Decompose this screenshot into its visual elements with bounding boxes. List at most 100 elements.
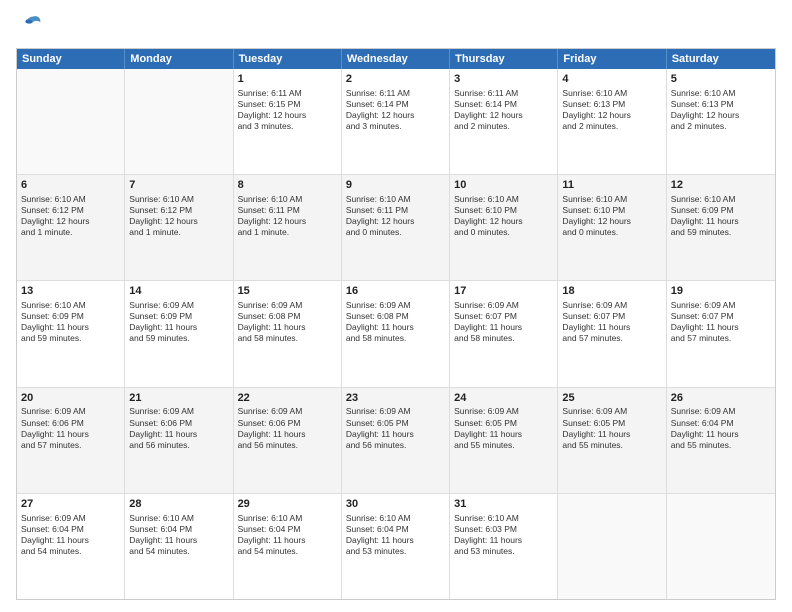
cell-content: Sunrise: 6:10 AM Sunset: 6:13 PM Dayligh… xyxy=(671,88,771,132)
calendar-cell: 1Sunrise: 6:11 AM Sunset: 6:15 PM Daylig… xyxy=(234,69,342,174)
day-number: 23 xyxy=(346,391,445,406)
calendar-header-cell: Monday xyxy=(125,49,233,69)
calendar-cell: 18Sunrise: 6:09 AM Sunset: 6:07 PM Dayli… xyxy=(558,281,666,386)
day-number: 30 xyxy=(346,497,445,512)
calendar-cell: 26Sunrise: 6:09 AM Sunset: 6:04 PM Dayli… xyxy=(667,388,775,493)
day-number: 28 xyxy=(129,497,228,512)
calendar-cell: 25Sunrise: 6:09 AM Sunset: 6:05 PM Dayli… xyxy=(558,388,666,493)
cell-content: Sunrise: 6:09 AM Sunset: 6:06 PM Dayligh… xyxy=(238,406,337,450)
cell-content: Sunrise: 6:09 AM Sunset: 6:06 PM Dayligh… xyxy=(21,406,120,450)
calendar-cell xyxy=(17,69,125,174)
calendar-cell: 7Sunrise: 6:10 AM Sunset: 6:12 PM Daylig… xyxy=(125,175,233,280)
calendar-cell: 24Sunrise: 6:09 AM Sunset: 6:05 PM Dayli… xyxy=(450,388,558,493)
day-number: 2 xyxy=(346,72,445,87)
cell-content: Sunrise: 6:09 AM Sunset: 6:08 PM Dayligh… xyxy=(238,300,337,344)
cell-content: Sunrise: 6:09 AM Sunset: 6:07 PM Dayligh… xyxy=(671,300,771,344)
calendar-row: 1Sunrise: 6:11 AM Sunset: 6:15 PM Daylig… xyxy=(17,69,775,175)
day-number: 4 xyxy=(562,72,661,87)
calendar-cell: 8Sunrise: 6:10 AM Sunset: 6:11 PM Daylig… xyxy=(234,175,342,280)
day-number: 7 xyxy=(129,178,228,193)
day-number: 29 xyxy=(238,497,337,512)
calendar-cell: 19Sunrise: 6:09 AM Sunset: 6:07 PM Dayli… xyxy=(667,281,775,386)
calendar-header-cell: Tuesday xyxy=(234,49,342,69)
cell-content: Sunrise: 6:10 AM Sunset: 6:11 PM Dayligh… xyxy=(346,194,445,238)
cell-content: Sunrise: 6:10 AM Sunset: 6:11 PM Dayligh… xyxy=(238,194,337,238)
cell-content: Sunrise: 6:09 AM Sunset: 6:07 PM Dayligh… xyxy=(562,300,661,344)
logo xyxy=(16,12,48,40)
calendar-cell: 13Sunrise: 6:10 AM Sunset: 6:09 PM Dayli… xyxy=(17,281,125,386)
day-number: 24 xyxy=(454,391,553,406)
cell-content: Sunrise: 6:09 AM Sunset: 6:05 PM Dayligh… xyxy=(454,406,553,450)
day-number: 27 xyxy=(21,497,120,512)
day-number: 11 xyxy=(562,178,661,193)
day-number: 3 xyxy=(454,72,553,87)
calendar-cell: 10Sunrise: 6:10 AM Sunset: 6:10 PM Dayli… xyxy=(450,175,558,280)
cell-content: Sunrise: 6:09 AM Sunset: 6:04 PM Dayligh… xyxy=(671,406,771,450)
day-number: 12 xyxy=(671,178,771,193)
day-number: 6 xyxy=(21,178,120,193)
cell-content: Sunrise: 6:10 AM Sunset: 6:09 PM Dayligh… xyxy=(671,194,771,238)
day-number: 25 xyxy=(562,391,661,406)
calendar-body: 1Sunrise: 6:11 AM Sunset: 6:15 PM Daylig… xyxy=(17,69,775,599)
calendar-cell: 9Sunrise: 6:10 AM Sunset: 6:11 PM Daylig… xyxy=(342,175,450,280)
day-number: 1 xyxy=(238,72,337,87)
calendar-header: SundayMondayTuesdayWednesdayThursdayFrid… xyxy=(17,49,775,69)
calendar-header-cell: Saturday xyxy=(667,49,775,69)
day-number: 20 xyxy=(21,391,120,406)
day-number: 10 xyxy=(454,178,553,193)
day-number: 16 xyxy=(346,284,445,299)
calendar-header-cell: Wednesday xyxy=(342,49,450,69)
calendar-cell: 29Sunrise: 6:10 AM Sunset: 6:04 PM Dayli… xyxy=(234,494,342,599)
calendar-cell: 2Sunrise: 6:11 AM Sunset: 6:14 PM Daylig… xyxy=(342,69,450,174)
day-number: 31 xyxy=(454,497,553,512)
logo-icon xyxy=(16,12,44,40)
cell-content: Sunrise: 6:10 AM Sunset: 6:10 PM Dayligh… xyxy=(562,194,661,238)
cell-content: Sunrise: 6:09 AM Sunset: 6:09 PM Dayligh… xyxy=(129,300,228,344)
calendar-row: 13Sunrise: 6:10 AM Sunset: 6:09 PM Dayli… xyxy=(17,281,775,387)
calendar-cell: 22Sunrise: 6:09 AM Sunset: 6:06 PM Dayli… xyxy=(234,388,342,493)
cell-content: Sunrise: 6:10 AM Sunset: 6:12 PM Dayligh… xyxy=(129,194,228,238)
calendar-cell: 16Sunrise: 6:09 AM Sunset: 6:08 PM Dayli… xyxy=(342,281,450,386)
day-number: 17 xyxy=(454,284,553,299)
calendar-row: 20Sunrise: 6:09 AM Sunset: 6:06 PM Dayli… xyxy=(17,388,775,494)
calendar-cell: 11Sunrise: 6:10 AM Sunset: 6:10 PM Dayli… xyxy=(558,175,666,280)
cell-content: Sunrise: 6:10 AM Sunset: 6:04 PM Dayligh… xyxy=(129,513,228,557)
day-number: 9 xyxy=(346,178,445,193)
cell-content: Sunrise: 6:09 AM Sunset: 6:08 PM Dayligh… xyxy=(346,300,445,344)
calendar-cell: 15Sunrise: 6:09 AM Sunset: 6:08 PM Dayli… xyxy=(234,281,342,386)
calendar: SundayMondayTuesdayWednesdayThursdayFrid… xyxy=(16,48,776,600)
cell-content: Sunrise: 6:10 AM Sunset: 6:09 PM Dayligh… xyxy=(21,300,120,344)
calendar-cell: 5Sunrise: 6:10 AM Sunset: 6:13 PM Daylig… xyxy=(667,69,775,174)
day-number: 18 xyxy=(562,284,661,299)
cell-content: Sunrise: 6:11 AM Sunset: 6:14 PM Dayligh… xyxy=(346,88,445,132)
day-number: 15 xyxy=(238,284,337,299)
cell-content: Sunrise: 6:09 AM Sunset: 6:06 PM Dayligh… xyxy=(129,406,228,450)
cell-content: Sunrise: 6:10 AM Sunset: 6:04 PM Dayligh… xyxy=(346,513,445,557)
cell-content: Sunrise: 6:09 AM Sunset: 6:05 PM Dayligh… xyxy=(562,406,661,450)
cell-content: Sunrise: 6:10 AM Sunset: 6:04 PM Dayligh… xyxy=(238,513,337,557)
calendar-header-cell: Thursday xyxy=(450,49,558,69)
day-number: 22 xyxy=(238,391,337,406)
cell-content: Sunrise: 6:10 AM Sunset: 6:03 PM Dayligh… xyxy=(454,513,553,557)
page: SundayMondayTuesdayWednesdayThursdayFrid… xyxy=(0,0,792,612)
calendar-cell: 17Sunrise: 6:09 AM Sunset: 6:07 PM Dayli… xyxy=(450,281,558,386)
cell-content: Sunrise: 6:09 AM Sunset: 6:04 PM Dayligh… xyxy=(21,513,120,557)
header xyxy=(16,12,776,40)
calendar-header-cell: Friday xyxy=(558,49,666,69)
day-number: 5 xyxy=(671,72,771,87)
calendar-cell xyxy=(667,494,775,599)
calendar-cell: 28Sunrise: 6:10 AM Sunset: 6:04 PM Dayli… xyxy=(125,494,233,599)
calendar-cell: 6Sunrise: 6:10 AM Sunset: 6:12 PM Daylig… xyxy=(17,175,125,280)
calendar-row: 27Sunrise: 6:09 AM Sunset: 6:04 PM Dayli… xyxy=(17,494,775,599)
calendar-cell: 12Sunrise: 6:10 AM Sunset: 6:09 PM Dayli… xyxy=(667,175,775,280)
calendar-cell xyxy=(558,494,666,599)
calendar-cell: 4Sunrise: 6:10 AM Sunset: 6:13 PM Daylig… xyxy=(558,69,666,174)
cell-content: Sunrise: 6:11 AM Sunset: 6:14 PM Dayligh… xyxy=(454,88,553,132)
calendar-cell: 27Sunrise: 6:09 AM Sunset: 6:04 PM Dayli… xyxy=(17,494,125,599)
day-number: 13 xyxy=(21,284,120,299)
calendar-cell: 23Sunrise: 6:09 AM Sunset: 6:05 PM Dayli… xyxy=(342,388,450,493)
calendar-cell: 30Sunrise: 6:10 AM Sunset: 6:04 PM Dayli… xyxy=(342,494,450,599)
day-number: 14 xyxy=(129,284,228,299)
calendar-cell: 31Sunrise: 6:10 AM Sunset: 6:03 PM Dayli… xyxy=(450,494,558,599)
day-number: 19 xyxy=(671,284,771,299)
